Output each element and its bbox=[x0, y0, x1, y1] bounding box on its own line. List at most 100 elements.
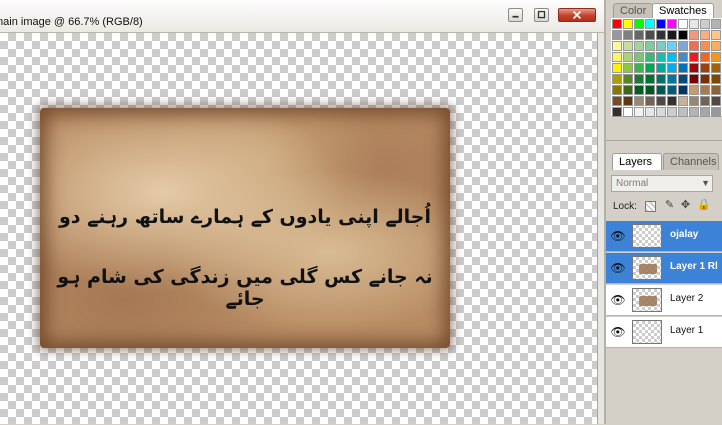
swatch[interactable] bbox=[700, 63, 710, 73]
swatch[interactable] bbox=[645, 74, 655, 84]
swatch[interactable] bbox=[623, 30, 633, 40]
swatch[interactable] bbox=[656, 107, 666, 117]
swatch[interactable] bbox=[623, 85, 633, 95]
document-titlebar[interactable]: main image @ 66.7% (RGB/8) bbox=[0, 0, 604, 33]
swatch[interactable] bbox=[678, 107, 688, 117]
swatch[interactable] bbox=[700, 96, 710, 106]
vertical-scrollbar[interactable] bbox=[597, 33, 604, 424]
layer-row[interactable]: 👁 Layer 2 bbox=[606, 285, 722, 316]
swatch[interactable] bbox=[711, 96, 721, 106]
swatch[interactable] bbox=[689, 85, 699, 95]
close-button[interactable] bbox=[558, 8, 596, 22]
swatch[interactable] bbox=[612, 30, 622, 40]
swatch[interactable] bbox=[623, 63, 633, 73]
swatch[interactable] bbox=[634, 63, 644, 73]
swatch[interactable] bbox=[634, 19, 644, 29]
swatch[interactable] bbox=[711, 19, 721, 29]
eye-icon[interactable]: 👁 bbox=[610, 260, 626, 276]
swatch[interactable] bbox=[689, 107, 699, 117]
swatch[interactable] bbox=[634, 96, 644, 106]
layer-row[interactable]: 👁 Layer 1 bbox=[606, 317, 722, 348]
swatch[interactable] bbox=[645, 52, 655, 62]
swatch[interactable] bbox=[645, 19, 655, 29]
swatch[interactable] bbox=[612, 96, 622, 106]
swatch[interactable] bbox=[623, 96, 633, 106]
image-canvas[interactable]: اُجالے اپنی یادوں کے ہمارے ساتھ رہنے دو … bbox=[0, 33, 597, 424]
swatch[interactable] bbox=[711, 107, 721, 117]
swatch[interactable] bbox=[711, 74, 721, 84]
eye-icon[interactable]: 👁 bbox=[610, 292, 626, 308]
swatch[interactable] bbox=[612, 107, 622, 117]
tab-color[interactable]: Color bbox=[613, 3, 653, 18]
swatch[interactable] bbox=[645, 41, 655, 51]
swatch[interactable] bbox=[667, 52, 677, 62]
swatch[interactable] bbox=[689, 63, 699, 73]
swatch[interactable] bbox=[678, 30, 688, 40]
swatch[interactable] bbox=[689, 96, 699, 106]
swatch[interactable] bbox=[678, 19, 688, 29]
swatch[interactable] bbox=[667, 19, 677, 29]
swatch[interactable] bbox=[678, 63, 688, 73]
swatch[interactable] bbox=[612, 63, 622, 73]
lock-brush-icon[interactable]: ✎ bbox=[663, 199, 676, 212]
swatch[interactable] bbox=[711, 41, 721, 51]
swatch[interactable] bbox=[623, 74, 633, 84]
swatch[interactable] bbox=[634, 41, 644, 51]
swatch[interactable] bbox=[656, 30, 666, 40]
swatch[interactable] bbox=[634, 74, 644, 84]
swatch[interactable] bbox=[667, 96, 677, 106]
eye-icon[interactable]: 👁 bbox=[610, 228, 626, 244]
lock-transparency-icon[interactable] bbox=[645, 201, 656, 212]
swatch[interactable] bbox=[634, 52, 644, 62]
layer-row[interactable]: 👁 Layer 1 Rl bbox=[606, 253, 722, 284]
eye-icon[interactable]: 👁 bbox=[610, 324, 626, 340]
swatch[interactable] bbox=[656, 85, 666, 95]
swatch[interactable] bbox=[634, 85, 644, 95]
swatch[interactable] bbox=[700, 41, 710, 51]
swatch[interactable] bbox=[678, 52, 688, 62]
swatch[interactable] bbox=[623, 19, 633, 29]
swatch[interactable] bbox=[667, 85, 677, 95]
swatch[interactable] bbox=[623, 52, 633, 62]
swatch[interactable] bbox=[711, 85, 721, 95]
swatch[interactable] bbox=[612, 85, 622, 95]
swatch[interactable] bbox=[656, 19, 666, 29]
swatch[interactable] bbox=[678, 85, 688, 95]
swatch[interactable] bbox=[645, 85, 655, 95]
swatch[interactable] bbox=[667, 63, 677, 73]
swatch[interactable] bbox=[645, 96, 655, 106]
swatch[interactable] bbox=[656, 96, 666, 106]
maximize-button[interactable] bbox=[534, 8, 549, 22]
swatch[interactable] bbox=[656, 41, 666, 51]
swatch[interactable] bbox=[667, 74, 677, 84]
swatch[interactable] bbox=[700, 85, 710, 95]
swatch[interactable] bbox=[634, 107, 644, 117]
swatch[interactable] bbox=[612, 41, 622, 51]
swatch[interactable] bbox=[645, 107, 655, 117]
swatch[interactable] bbox=[678, 41, 688, 51]
swatch[interactable] bbox=[612, 19, 622, 29]
swatch[interactable] bbox=[689, 19, 699, 29]
swatch[interactable] bbox=[623, 107, 633, 117]
swatch[interactable] bbox=[656, 63, 666, 73]
swatch[interactable] bbox=[700, 30, 710, 40]
tab-channels[interactable]: Channels bbox=[663, 153, 719, 170]
swatch[interactable] bbox=[689, 30, 699, 40]
swatch[interactable] bbox=[667, 107, 677, 117]
tab-layers[interactable]: Layers bbox=[612, 153, 662, 170]
swatch[interactable] bbox=[678, 96, 688, 106]
swatch[interactable] bbox=[700, 107, 710, 117]
swatch[interactable] bbox=[612, 74, 622, 84]
minimize-button[interactable] bbox=[508, 8, 523, 22]
swatch[interactable] bbox=[656, 52, 666, 62]
swatch[interactable] bbox=[623, 41, 633, 51]
swatch[interactable] bbox=[689, 74, 699, 84]
swatch[interactable] bbox=[700, 74, 710, 84]
swatch[interactable] bbox=[634, 30, 644, 40]
swatch[interactable] bbox=[700, 19, 710, 29]
swatch[interactable] bbox=[645, 63, 655, 73]
tab-swatches[interactable]: Swatches bbox=[652, 3, 714, 18]
swatch[interactable] bbox=[656, 74, 666, 84]
swatch[interactable] bbox=[678, 74, 688, 84]
lock-move-icon[interactable]: ✥ bbox=[679, 199, 692, 212]
